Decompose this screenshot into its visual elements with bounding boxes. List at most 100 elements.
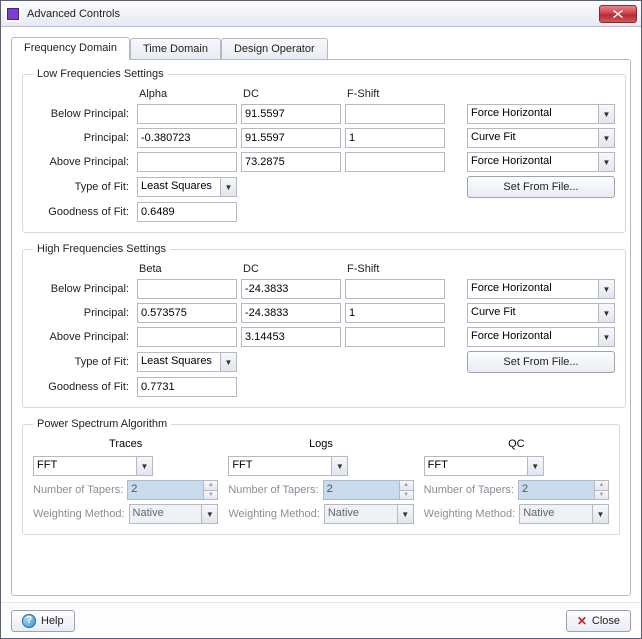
app-icon <box>5 6 21 22</box>
high-principal-fshift-input[interactable] <box>345 303 445 323</box>
low-hdr-alpha: Alpha <box>137 88 237 100</box>
low-lbl-typefit: Type of Fit: <box>33 181 133 193</box>
chevron-down-icon: ▼ <box>598 129 614 147</box>
psa-qc-tapers-label: Number of Tapers: <box>424 484 514 496</box>
high-above-mode-select[interactable]: Force Horizontal ▼ <box>467 327 615 347</box>
high-lbl-principal: Principal: <box>33 307 133 319</box>
chevron-down-icon: ▼ <box>201 505 217 523</box>
high-lbl-typefit: Type of Fit: <box>33 356 133 368</box>
high-hdr-dc: DC <box>241 263 341 275</box>
psa-traces-wmethod-select: Native ▼ <box>129 504 219 524</box>
window-title: Advanced Controls <box>27 8 599 20</box>
low-hdr-fshift: F-Shift <box>345 88 445 100</box>
high-frequencies-group: High Frequencies Settings Beta DC F-Shif… <box>22 243 626 408</box>
chevron-down-icon: ▼ <box>598 304 614 322</box>
low-freq-legend: Low Frequencies Settings <box>33 68 168 80</box>
help-button[interactable]: ? Help <box>11 610 75 632</box>
low-above-mode-select[interactable]: Force Horizontal ▼ <box>467 152 615 172</box>
tab-frequency-domain[interactable]: Frequency Domain <box>11 37 130 60</box>
window-close-button[interactable] <box>599 5 637 23</box>
low-principal-alpha-input[interactable] <box>137 128 237 148</box>
high-typefit-select[interactable]: Least Squares ▼ <box>137 352 237 372</box>
psa-logs-tapers-label: Number of Tapers: <box>228 484 318 496</box>
high-hdr-beta: Beta <box>137 263 237 275</box>
low-lbl-below: Below Principal: <box>33 108 133 120</box>
psa-logs-tapers-spin: 2 ▲ ▼ <box>323 480 414 500</box>
high-above-fshift-input[interactable] <box>345 327 445 347</box>
high-hdr-fshift: F-Shift <box>345 263 445 275</box>
low-above-dc-input[interactable] <box>241 152 341 172</box>
psa-hdr-qc: QC <box>424 438 609 452</box>
psa-hdr-traces: Traces <box>33 438 218 452</box>
high-set-from-file-button[interactable]: Set From File... <box>467 351 615 373</box>
high-above-dc-input[interactable] <box>241 327 341 347</box>
high-principal-dc-input[interactable] <box>241 303 341 323</box>
chevron-down-icon: ▼ <box>331 457 347 475</box>
chevron-down-icon: ▼ <box>592 505 608 523</box>
tab-design-operator[interactable]: Design Operator <box>221 38 328 59</box>
tabpanel-frequency-domain: Low Frequencies Settings Alpha DC F-Shif… <box>11 59 631 596</box>
close-button[interactable]: ✕ Close <box>566 610 631 632</box>
high-principal-mode-select[interactable]: Curve Fit ▼ <box>467 303 615 323</box>
low-hdr-dc: DC <box>241 88 341 100</box>
high-below-beta-input[interactable] <box>137 279 237 299</box>
chevron-down-icon: ▼ <box>598 153 614 171</box>
footer: ? Help ✕ Close <box>1 602 641 638</box>
low-principal-dc-input[interactable] <box>241 128 341 148</box>
chevron-down-icon: ▼ <box>136 457 152 475</box>
low-typefit-select[interactable]: Least Squares ▼ <box>137 177 237 197</box>
high-lbl-goodfit: Goodness of Fit: <box>33 381 133 393</box>
low-above-fshift-input[interactable] <box>345 152 445 172</box>
close-icon <box>613 10 623 18</box>
low-lbl-above: Above Principal: <box>33 156 133 168</box>
chevron-down-icon: ▼ <box>397 505 413 523</box>
low-principal-fshift-input[interactable] <box>345 128 445 148</box>
close-button-label: Close <box>592 615 620 627</box>
high-freq-legend: High Frequencies Settings <box>33 243 170 255</box>
low-below-mode-select[interactable]: Force Horizontal ▼ <box>467 104 615 124</box>
chevron-up-icon: ▲ <box>595 481 608 490</box>
psa-traces-tapers-spin: 2 ▲ ▼ <box>127 480 218 500</box>
psa-qc-tapers-spin: 2 ▲ ▼ <box>518 480 609 500</box>
chevron-down-icon: ▼ <box>598 280 614 298</box>
chevron-down-icon: ▼ <box>400 490 413 500</box>
power-spectrum-group: Power Spectrum Algorithm Traces FFT ▼ Nu… <box>22 418 620 535</box>
psa-qc-wmethod-select: Native ▼ <box>519 504 609 524</box>
psa-traces-tapers-label: Number of Tapers: <box>33 484 123 496</box>
psa-traces-algo-select[interactable]: FFT ▼ <box>33 456 153 476</box>
close-icon: ✕ <box>577 614 587 628</box>
tab-time-domain[interactable]: Time Domain <box>130 38 221 59</box>
high-principal-beta-input[interactable] <box>137 303 237 323</box>
chevron-down-icon: ▼ <box>598 328 614 346</box>
high-above-beta-input[interactable] <box>137 327 237 347</box>
low-goodfit-input[interactable] <box>137 202 237 222</box>
psa-logs-algo-select[interactable]: FFT ▼ <box>228 456 348 476</box>
high-below-mode-select[interactable]: Force Horizontal ▼ <box>467 279 615 299</box>
psa-traces-wmethod-label: Weighting Method: <box>33 508 125 520</box>
low-below-alpha-input[interactable] <box>137 104 237 124</box>
high-below-dc-input[interactable] <box>241 279 341 299</box>
psa-qc-algo-select[interactable]: FFT ▼ <box>424 456 544 476</box>
psa-legend: Power Spectrum Algorithm <box>33 418 171 430</box>
low-principal-mode-select[interactable]: Curve Fit ▼ <box>467 128 615 148</box>
content-area: Frequency Domain Time Domain Design Oper… <box>1 27 641 602</box>
low-freq-grid: Alpha DC F-Shift Below Principal: Force … <box>33 88 615 222</box>
low-frequencies-group: Low Frequencies Settings Alpha DC F-Shif… <box>22 68 626 233</box>
chevron-up-icon: ▲ <box>400 481 413 490</box>
low-set-from-file-button[interactable]: Set From File... <box>467 176 615 198</box>
psa-col-traces: Traces FFT ▼ Number of Tapers: 2 ▲ <box>33 438 218 524</box>
chevron-down-icon: ▼ <box>598 105 614 123</box>
titlebar: Advanced Controls <box>1 1 641 27</box>
low-below-dc-input[interactable] <box>241 104 341 124</box>
tabstrip: Frequency Domain Time Domain Design Oper… <box>11 35 631 59</box>
low-below-fshift-input[interactable] <box>345 104 445 124</box>
high-below-fshift-input[interactable] <box>345 279 445 299</box>
high-goodfit-input[interactable] <box>137 377 237 397</box>
chevron-down-icon: ▼ <box>204 490 217 500</box>
psa-grid: Traces FFT ▼ Number of Tapers: 2 ▲ <box>33 438 609 524</box>
psa-logs-wmethod-label: Weighting Method: <box>228 508 320 520</box>
low-above-alpha-input[interactable] <box>137 152 237 172</box>
psa-col-logs: Logs FFT ▼ Number of Tapers: 2 ▲ ▼ <box>228 438 413 524</box>
help-icon: ? <box>22 614 36 628</box>
high-lbl-below: Below Principal: <box>33 283 133 295</box>
